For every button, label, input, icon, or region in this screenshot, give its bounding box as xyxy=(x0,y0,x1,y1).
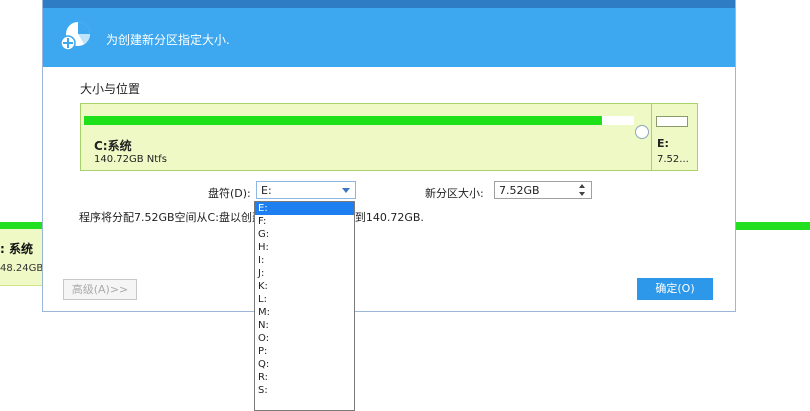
spin-up-icon[interactable] xyxy=(579,184,585,188)
partition-c-segment: C:系统 140.72GB Ntfs xyxy=(81,104,644,170)
advanced-button[interactable]: 高级(A)>> xyxy=(63,279,137,300)
spin-down-icon[interactable] xyxy=(579,192,585,196)
dialog-title-strip xyxy=(43,0,735,8)
drive-letter-option[interactable]: K: xyxy=(255,280,354,293)
partition-c-free-bar xyxy=(602,116,634,125)
dialog-header-text: 为创建新分区指定大小. xyxy=(106,33,230,47)
drive-letter-option[interactable]: E: xyxy=(255,202,354,215)
partition-c-used-bar xyxy=(84,116,602,125)
drive-letter-option[interactable]: L: xyxy=(255,293,354,306)
drive-letter-select[interactable]: E: xyxy=(256,181,356,199)
drive-letter-option[interactable]: R: xyxy=(255,371,354,384)
drive-letter-option[interactable]: F: xyxy=(255,215,354,228)
drive-letter-option[interactable]: I: xyxy=(255,254,354,267)
ok-button[interactable]: 确定(O) xyxy=(637,278,713,300)
drive-letter-option[interactable]: O: xyxy=(255,332,354,345)
new-partition-size-label: 新分区大小: xyxy=(425,187,484,200)
drive-letter-dropdown-list[interactable]: E: F: G: H: I: J: K: L: M: N: O: P: Q: R: S: xyxy=(254,201,355,411)
allocation-info-text: 程序将分配7.52GB空间从C:盘以创建新分区,C:盘将减小到140.72GB. xyxy=(79,211,424,224)
background-partition-block xyxy=(0,229,42,286)
drive-letter-option[interactable]: G: xyxy=(255,228,354,241)
drive-letter-option[interactable]: M: xyxy=(255,306,354,319)
new-partition-size-input[interactable]: 7.52GB xyxy=(494,181,592,199)
partition-map: C:系统 140.72GB Ntfs E: 7.52... xyxy=(80,103,698,171)
background-partition-name: : 系统 xyxy=(0,242,33,256)
partition-c-size: 140.72GB Ntfs xyxy=(94,154,167,165)
drive-letter-option[interactable]: J: xyxy=(255,267,354,280)
drive-letter-value: E: xyxy=(261,184,272,197)
partition-resize-handle[interactable] xyxy=(635,125,649,139)
partition-add-icon xyxy=(60,22,90,51)
size-position-title: 大小与位置 xyxy=(80,82,141,96)
drive-letter-option[interactable]: Q: xyxy=(255,358,354,371)
drive-letter-option[interactable]: H: xyxy=(255,241,354,254)
drive-letter-option[interactable]: P: xyxy=(255,345,354,358)
drive-letter-option[interactable]: S: xyxy=(255,384,354,397)
drive-letter-label: 盘符(D): xyxy=(208,187,251,200)
drive-letter-option[interactable]: N: xyxy=(255,319,354,332)
partition-e-size: 7.52... xyxy=(657,154,689,165)
chevron-down-icon[interactable] xyxy=(342,188,350,193)
partition-e-segment: E: 7.52... xyxy=(651,104,698,170)
new-partition-size-value: 7.52GB xyxy=(499,184,540,197)
size-spinner[interactable] xyxy=(578,183,588,197)
create-partition-dialog: 为创建新分区指定大小. 大小与位置 C:系统 140.72GB Ntfs E: … xyxy=(42,0,736,312)
partition-e-name: E: xyxy=(657,137,669,150)
background-partition-size: 48.24GB xyxy=(0,263,44,274)
partition-c-name: C:系统 xyxy=(94,139,132,153)
dialog-header: 为创建新分区指定大小. xyxy=(43,8,735,67)
partition-e-bar xyxy=(656,116,688,127)
